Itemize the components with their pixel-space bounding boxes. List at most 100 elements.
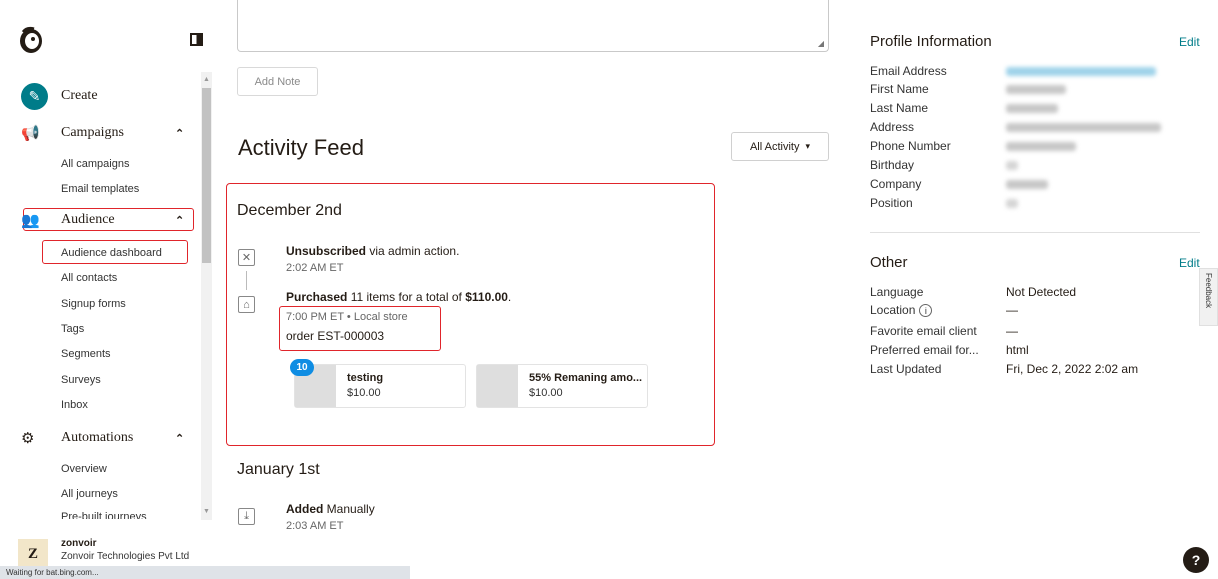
field-label-birthday: Birthday [870,158,915,172]
pencil-icon: ✎ [21,82,48,110]
event-time: 7:00 PM ET • Local store [286,311,408,323]
nav-audience[interactable]: 👥 Audience ⌃ [21,207,201,233]
field-label-position: Position [870,196,913,210]
other-label-last-updated: Last Updated [870,362,942,376]
nav-audience-label: Audience [61,212,115,227]
product-card[interactable]: testing $10.00 [294,364,466,408]
other-value-last-updated: Fri, Dec 2, 2022 2:02 am [1006,362,1139,376]
nav-create[interactable]: ✎ Create [21,80,98,112]
profile-info-title: Profile Information [870,33,992,50]
event-title: Unsubscribed via admin action. [286,244,460,258]
sidebar: ▲ ▼ ✎ Create 📢 Campaigns ⌃ All campaigns… [0,0,215,579]
megaphone-icon: 📢 [21,125,40,142]
account-org: Zonvoir Technologies Pvt Ltd [61,551,190,562]
panel-divider [870,232,1200,233]
info-icon[interactable]: i [919,304,933,318]
feedback-tab[interactable]: Feedback [1199,268,1218,326]
field-label-company: Company [870,177,922,191]
audience-icon: 👥 [21,212,40,229]
chevron-up-icon: ⌃ [175,432,185,445]
sidebar-scroll-thumb[interactable] [202,88,211,263]
redacted-last-name-value [1006,104,1058,113]
product-thumbnail [477,365,518,407]
redacted-address-value [1006,123,1161,132]
nav-segments[interactable]: Segments [61,348,111,360]
event-time: 2:02 AM ET [286,262,344,274]
unsubscribe-icon: ✕ [238,249,255,266]
feedback-label: Feedback [1204,273,1213,309]
download-icon: ⤓ [238,508,255,525]
activity-filter-label: All Activity [749,140,800,153]
product-price: $10.00 [347,387,381,399]
profile-edit-link[interactable]: Edit [1179,35,1200,49]
scroll-down-arrow-icon[interactable]: ▼ [203,508,210,515]
other-label-language: Language [870,285,924,299]
nav-tags[interactable]: Tags [61,323,84,335]
field-label-last-name: Last Name [870,101,929,115]
activity-filter-dropdown[interactable]: All Activity ▾ [731,132,829,161]
nav-overview[interactable]: Overview [61,463,107,475]
activity-feed-title: Activity Feed [238,135,364,160]
resize-grip-icon[interactable]: ◢ [818,39,824,48]
redacted-position-value [1006,199,1018,208]
automations-icon: ⚙ [21,430,35,447]
nav-all-campaigns[interactable]: All campaigns [61,158,129,170]
add-note-button[interactable]: Add Note [237,67,318,96]
nav-create-label: Create [61,88,98,103]
other-edit-link[interactable]: Edit [1179,256,1200,270]
nav-signup-forms[interactable]: Signup forms [61,298,126,310]
chevron-up-icon: ⌃ [175,127,185,140]
scroll-up-arrow-icon[interactable]: ▲ [203,76,210,83]
event-time: 2:03 AM ET [286,520,344,532]
other-value-email-client: — [1006,324,1018,338]
other-label-location: Location i [870,303,933,318]
chevron-down-icon: ▾ [805,141,811,151]
field-label-first-name: First Name [870,82,929,96]
redacted-company-value [1006,180,1048,189]
chevron-up-icon: ⌃ [175,214,185,227]
nav-inbox[interactable]: Inbox [61,399,88,411]
collapse-sidebar-icon[interactable] [190,33,203,46]
redacted-first-name-value [1006,85,1066,94]
event-title: Purchased 11 items for a total of $110.0… [286,290,512,304]
feed-date-heading: December 2nd [237,202,342,219]
redacted-email-value [1006,67,1156,76]
product-price: $10.00 [529,387,563,399]
nav-automations-label: Automations [61,430,134,445]
field-label-email: Email Address [870,64,947,78]
nav-audience-dashboard[interactable]: Audience dashboard [61,247,162,259]
nav-campaigns-label: Campaigns [61,125,124,140]
account-name[interactable]: zonvoir [61,538,97,549]
mailchimp-logo-icon[interactable] [18,26,44,54]
product-name: testing [347,372,384,384]
event-title: Added Manually [286,502,375,516]
help-button[interactable]: ? [1183,547,1209,573]
other-label-email-client: Favorite email client [870,324,977,338]
redacted-birthday-value [1006,161,1018,170]
redacted-phone-value [1006,142,1076,151]
nav-email-templates[interactable]: Email templates [61,183,139,195]
other-value-location: — [1006,303,1018,317]
feed-date-heading: January 1st [237,461,320,478]
store-icon: ⌂ [238,296,255,313]
note-textarea[interactable]: ◢ [237,0,829,52]
quantity-badge: 10 [290,359,314,376]
nav-surveys[interactable]: Surveys [61,374,101,386]
product-name: 55% Remaning amo... [529,372,643,384]
browser-status-bar: Waiting for bat.bing.com... [0,566,410,579]
nav-pre-built-journeys[interactable]: Pre-built journeys [61,511,147,519]
nav-all-contacts[interactable]: All contacts [61,272,117,284]
field-label-phone: Phone Number [870,139,951,153]
other-value-language: Not Detected [1006,285,1077,299]
order-number-link[interactable]: order EST-000003 [286,329,384,343]
nav-automations[interactable]: ⚙ Automations ⌃ [21,425,201,451]
nav-all-journeys[interactable]: All journeys [61,488,118,500]
product-card[interactable]: 55% Remaning amo... $10.00 [476,364,648,408]
nav-campaigns[interactable]: 📢 Campaigns ⌃ [21,120,201,146]
timeline-connector [246,271,247,290]
other-value-preferred-format: html [1006,343,1029,357]
other-title: Other [870,254,908,271]
other-label-preferred-format: Preferred email for... [870,343,979,357]
field-label-address: Address [870,120,915,134]
account-avatar[interactable]: Z [18,539,48,569]
